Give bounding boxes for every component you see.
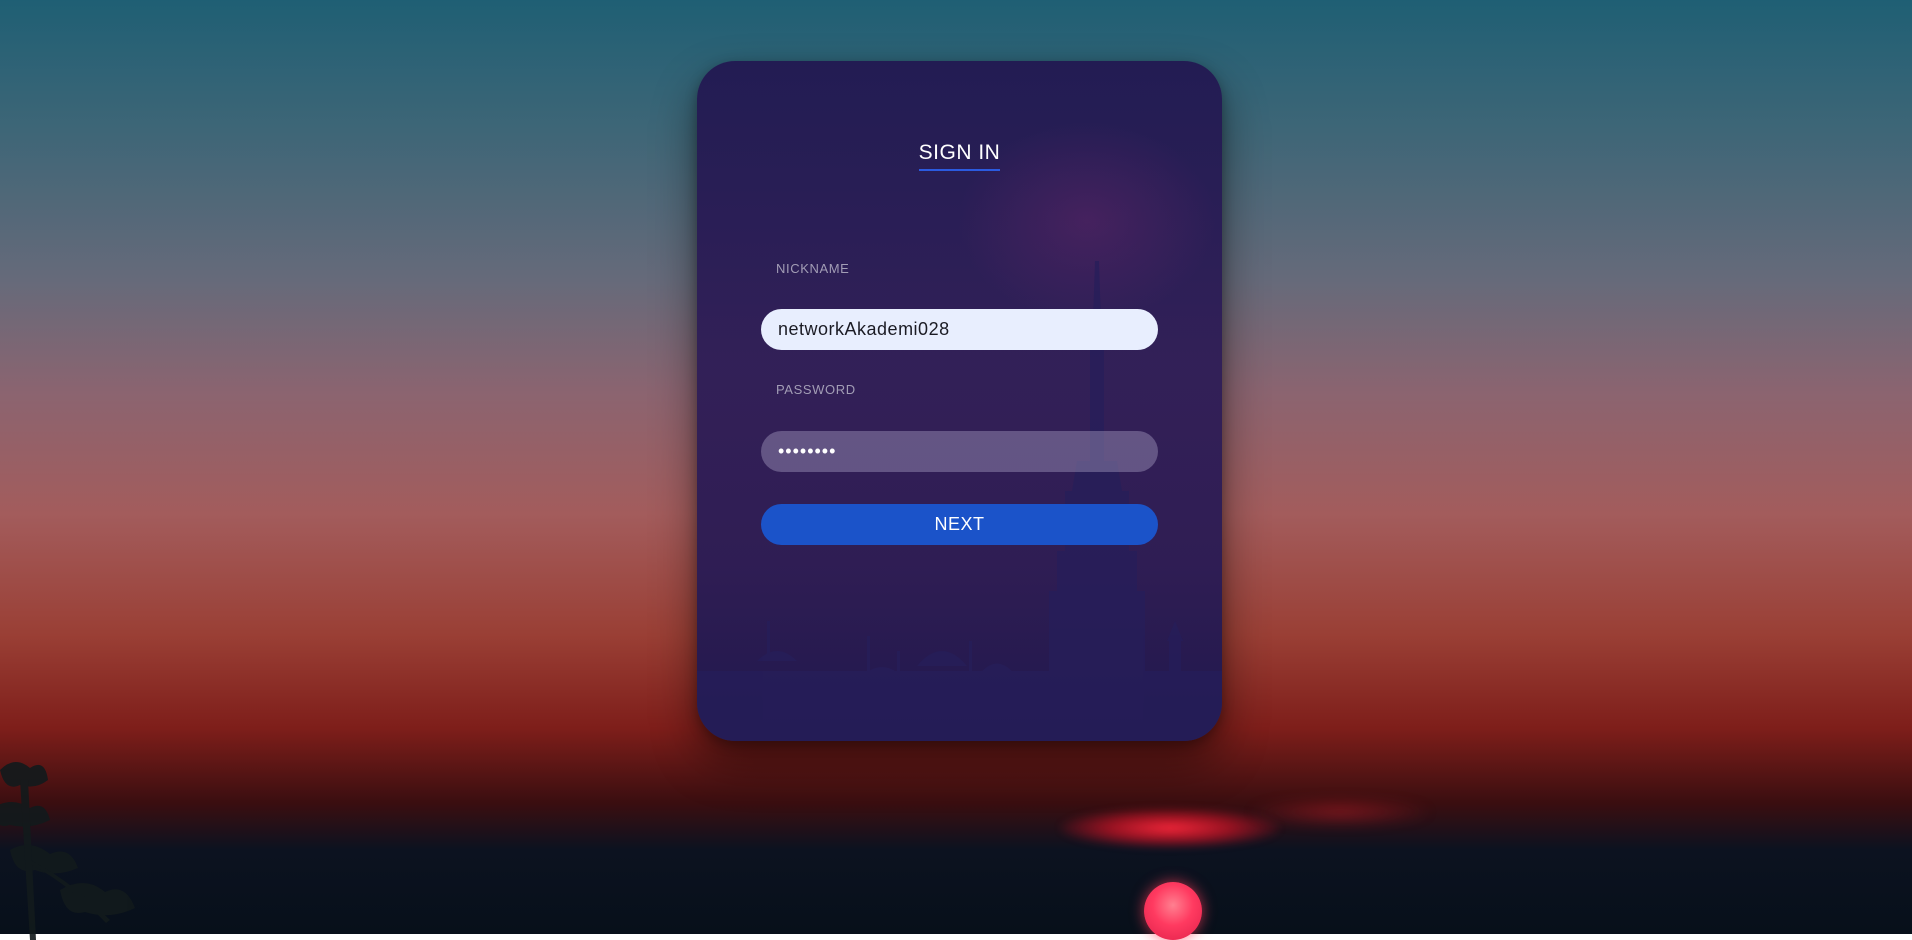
sign-in-title: SIGN IN: [697, 141, 1222, 171]
password-input[interactable]: ••••••••: [761, 431, 1158, 472]
password-label: PASSWORD: [776, 382, 856, 397]
sign-in-card: SIGN IN NICKNAME networkAkademi028 PASSW…: [697, 61, 1222, 741]
sign-in-title-text: SIGN IN: [918, 141, 1001, 171]
next-button[interactable]: NEXT: [761, 504, 1158, 545]
nickname-label: NICKNAME: [776, 261, 850, 276]
tree-silhouette: [0, 761, 135, 940]
sun: [1144, 882, 1202, 940]
nickname-input[interactable]: networkAkademi028: [761, 309, 1158, 350]
sun-reflection: [1060, 808, 1280, 848]
sun-reflection-secondary: [1250, 798, 1430, 826]
